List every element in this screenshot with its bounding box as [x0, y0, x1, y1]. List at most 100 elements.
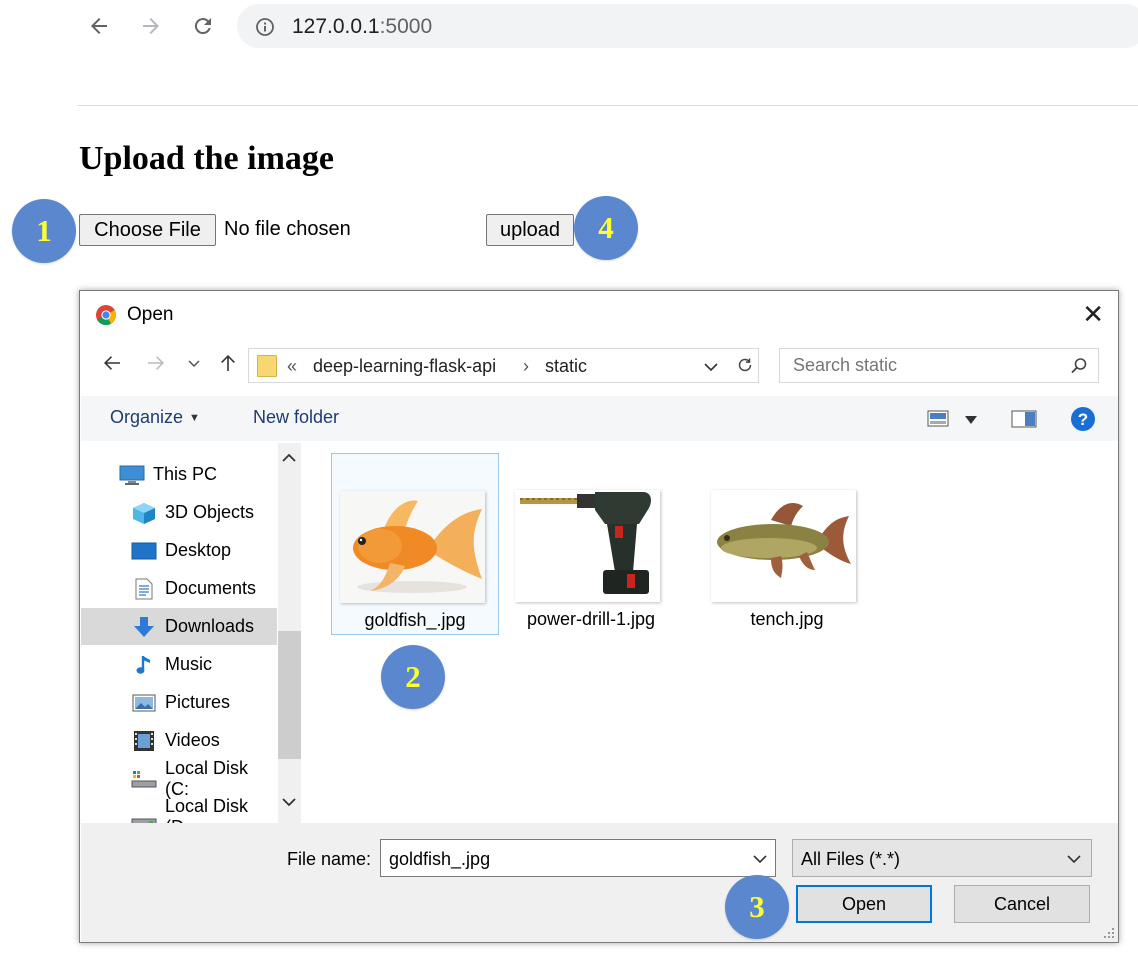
- scroll-down-arrow-icon[interactable]: [282, 797, 296, 807]
- search-icon[interactable]: [1070, 357, 1088, 375]
- nav-item-desktop[interactable]: Desktop: [81, 532, 277, 569]
- view-options-icon[interactable]: [927, 410, 949, 427]
- computer-icon: [119, 464, 145, 486]
- choose-file-button[interactable]: Choose File: [79, 214, 216, 246]
- caret-down-icon: ▼: [189, 412, 200, 424]
- command-bar: Organize ▼ New folder ?: [81, 396, 1118, 441]
- reload-icon: [194, 18, 211, 35]
- file-list: goldfish_.jpg power-drill-1.jpg tench.jp…: [301, 443, 1118, 823]
- folder-icon: [257, 355, 277, 377]
- goldfish-thumbnail: [340, 491, 485, 603]
- nav-label: This PC: [153, 464, 218, 484]
- nav-item-downloads[interactable]: Downloads: [81, 608, 277, 645]
- page-title: Upload the image: [79, 140, 334, 177]
- nav-label: Desktop: [165, 540, 232, 560]
- nav-label: Pictures: [165, 692, 231, 712]
- nav-label: Local Disk (C:: [165, 757, 249, 799]
- file-item-tench[interactable]: tench.jpg: [703, 453, 871, 635]
- preview-pane-icon[interactable]: [1011, 410, 1037, 428]
- tench-thumbnail: [711, 490, 856, 602]
- recent-locations-chevron-icon[interactable]: [188, 359, 200, 369]
- refresh-icon: [738, 358, 752, 372]
- desktop-icon: [131, 540, 157, 562]
- nav-label: Downloads: [165, 616, 255, 636]
- step-marker-2: 2: [381, 645, 445, 709]
- step-marker-4: 4: [574, 196, 638, 260]
- cube-icon: [131, 502, 157, 524]
- breadcrumb-segment-project[interactable]: deep-learning-flask-api: [313, 356, 496, 377]
- reload-button[interactable]: [187, 10, 219, 42]
- info-icon[interactable]: [255, 17, 275, 37]
- close-icon[interactable]: ✕: [1082, 301, 1104, 327]
- chevron-down-icon[interactable]: [704, 361, 718, 373]
- forward-arrow-icon[interactable]: [146, 353, 166, 373]
- picture-icon: [131, 692, 157, 714]
- file-name-input[interactable]: goldfish_.jpg: [380, 839, 776, 877]
- nav-label: Music: [165, 654, 213, 674]
- search-field[interactable]: [779, 348, 1099, 383]
- nav-label: 3D Objects: [165, 502, 255, 522]
- nav-item-this-pc[interactable]: This PC: [81, 456, 277, 493]
- power-drill-thumbnail: [515, 490, 660, 602]
- open-file-dialog: Open ✕ « deep-learning-flask-api › stati…: [79, 290, 1119, 943]
- path-breadcrumb[interactable]: « deep-learning-flask-api › static: [248, 348, 759, 383]
- cancel-button[interactable]: Cancel: [954, 885, 1090, 923]
- nav-item-documents[interactable]: Documents: [81, 570, 277, 607]
- url-port: :5000: [379, 15, 433, 38]
- breadcrumb-separator: ›: [523, 356, 529, 376]
- file-type-select[interactable]: All Files (*.*): [792, 839, 1092, 877]
- drive-icon: [131, 768, 157, 790]
- open-button[interactable]: Open: [796, 885, 932, 923]
- chrome-icon: [96, 305, 117, 326]
- organize-menu[interactable]: Organize ▼: [110, 407, 200, 428]
- up-arrow-icon[interactable]: [218, 353, 238, 373]
- back-arrow-icon: [91, 18, 107, 34]
- download-arrow-icon: [131, 616, 157, 638]
- chevron-down-icon[interactable]: [753, 853, 767, 865]
- url-text: 127.0.0.1:5000: [292, 15, 432, 39]
- page-divider: [77, 105, 1138, 106]
- refresh-button[interactable]: [730, 348, 760, 383]
- music-note-icon: [131, 654, 157, 676]
- file-item-goldfish[interactable]: goldfish_.jpg: [331, 453, 499, 635]
- file-item-power-drill[interactable]: power-drill-1.jpg: [507, 453, 675, 635]
- nav-item-local-disk-c[interactable]: Local Disk (C:: [81, 757, 277, 799]
- dialog-footer: File name: goldfish_.jpg All Files (*.*)…: [81, 823, 1118, 942]
- nav-label: Documents: [165, 578, 257, 598]
- back-button[interactable]: [83, 10, 115, 42]
- nav-label: Videos: [165, 730, 220, 750]
- dialog-title: Open: [127, 304, 174, 325]
- nav-item-pictures[interactable]: Pictures: [81, 684, 277, 721]
- url-host: 127.0.0.1: [292, 15, 380, 38]
- nav-item-3d-objects[interactable]: 3D Objects: [81, 494, 277, 531]
- new-folder-button[interactable]: New folder: [253, 407, 339, 428]
- chevron-down-icon: [1067, 855, 1081, 864]
- nav-label: Local Disk (D:: [165, 795, 249, 824]
- address-bar[interactable]: 127.0.0.1:5000: [237, 4, 1138, 48]
- file-name-label: power-drill-1.jpg: [526, 609, 656, 629]
- forward-button[interactable]: [135, 10, 167, 42]
- file-name-field-label: File name:: [287, 849, 372, 869]
- step-marker-3: 3: [725, 875, 789, 939]
- navigation-pane: This PC 3D Objects Desktop Documents Dow…: [81, 443, 301, 823]
- back-arrow-icon[interactable]: [102, 353, 122, 373]
- path-overflow[interactable]: «: [287, 356, 297, 377]
- no-file-chosen-text: No file chosen: [224, 218, 351, 240]
- scroll-thumb[interactable]: [278, 631, 301, 759]
- caret-down-icon[interactable]: [965, 416, 977, 424]
- nav-item-music[interactable]: Music: [81, 646, 277, 683]
- scroll-up-arrow-icon[interactable]: [282, 453, 296, 463]
- search-input[interactable]: [780, 349, 1060, 382]
- document-icon: [131, 578, 157, 600]
- step-marker-1: 1: [12, 199, 76, 263]
- breadcrumb-segment-static[interactable]: static: [545, 356, 587, 377]
- help-icon[interactable]: ?: [1070, 406, 1096, 432]
- nav-item-local-disk-d[interactable]: Local Disk (D:: [81, 795, 277, 824]
- nav-scrollbar[interactable]: [278, 443, 301, 823]
- file-type-value: All Files (*.*): [801, 849, 901, 869]
- forward-arrow-icon: [143, 18, 159, 34]
- nav-item-videos[interactable]: Videos: [81, 722, 277, 759]
- organize-label: Organize: [110, 407, 184, 427]
- upload-button[interactable]: upload: [486, 214, 574, 246]
- resize-grip-icon[interactable]: [1103, 927, 1115, 939]
